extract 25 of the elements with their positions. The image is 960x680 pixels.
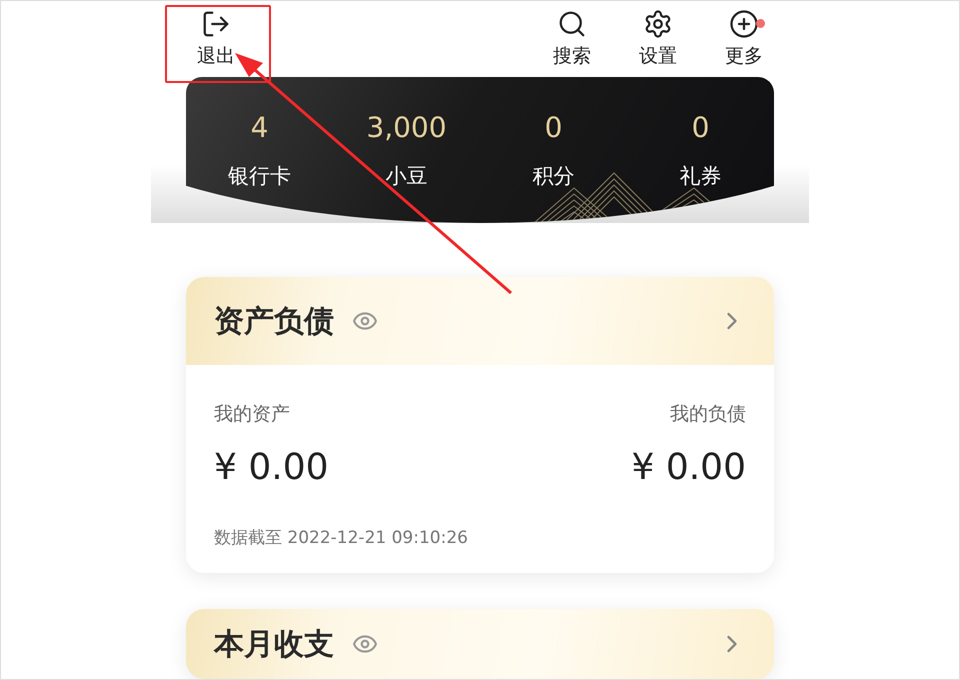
settings-button[interactable]: 设置 <box>625 9 691 77</box>
search-button[interactable]: 搜索 <box>539 9 605 77</box>
stat-value: 0 <box>544 110 562 144</box>
assets-card[interactable]: 资产负债 我的资产 我的负债 ¥ 0.00 ¥ 0.00 数据截至 2022-12-21 09:10:26 <box>186 277 774 573</box>
stat-value: 3,000 <box>366 110 447 144</box>
liabilities-value: ¥ 0.00 <box>631 447 746 488</box>
stat-label[interactable]: 礼券 <box>680 162 722 190</box>
stat-label[interactable]: 小豆 <box>386 162 428 190</box>
income-card[interactable]: 本月收支 <box>186 609 774 679</box>
card-title: 资产负债 <box>214 302 334 340</box>
logout-icon <box>201 9 231 39</box>
assets-value: ¥ 0.00 <box>214 447 329 488</box>
card-title: 本月收支 <box>214 626 334 664</box>
settings-icon <box>643 9 673 39</box>
stat-value: 0 <box>692 110 710 144</box>
stat-value: 4 <box>250 110 268 144</box>
stat-label[interactable]: 积分 <box>532 162 574 190</box>
stat-label[interactable]: 银行卡 <box>228 162 291 190</box>
liabilities-label: 我的负债 <box>670 402 746 427</box>
update-time: 数据截至 2022-12-21 09:10:26 <box>214 527 469 549</box>
exit-button[interactable]: 退出 <box>183 9 249 77</box>
assets-label: 我的资产 <box>214 402 290 427</box>
plus-circle-icon <box>729 9 759 39</box>
more-button[interactable]: 更多 <box>711 9 777 77</box>
search-icon <box>557 9 587 39</box>
